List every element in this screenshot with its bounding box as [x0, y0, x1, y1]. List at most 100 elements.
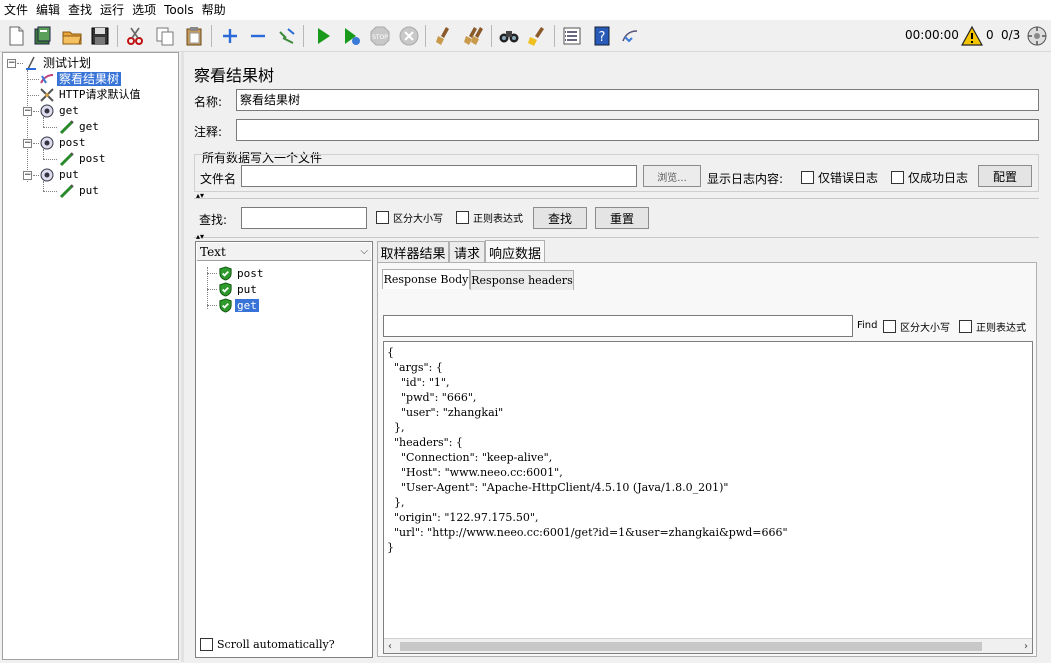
find-regex-label: 正则表达式: [976, 323, 1026, 334]
tree-node-view-results-tree[interactable]: 察看结果树: [39, 71, 122, 87]
tree-node-sampler-post[interactable]: post: [59, 151, 108, 167]
tree-node-thread-group-get[interactable]: get: [39, 103, 81, 119]
search-case-checkbox[interactable]: 区分大小写: [376, 210, 443, 225]
tree-node-label: 测试计划: [43, 56, 92, 70]
tab-response-data[interactable]: 响应数据: [485, 240, 545, 263]
thread-group-icon: [39, 103, 55, 119]
tab-sampler-result[interactable]: 取样器结果: [377, 241, 449, 263]
find-regex-checkbox[interactable]: 正则表达式: [959, 319, 1026, 334]
new-icon[interactable]: [4, 24, 28, 48]
response-body-area[interactable]: { "args": { "id": "1", "pwd": "666", "us…: [383, 341, 1033, 654]
result-item-get[interactable]: get: [217, 297, 259, 313]
comment-field[interactable]: [236, 119, 1039, 141]
help-icon[interactable]: ?: [590, 24, 614, 48]
menu-tools[interactable]: Tools: [160, 0, 198, 20]
checkbox-box[interactable]: [959, 320, 972, 333]
success-shield-icon: [217, 265, 233, 281]
sampler-icon: [59, 119, 75, 135]
expand-icon[interactable]: [218, 24, 242, 48]
copy-icon[interactable]: [153, 24, 177, 48]
warning-count: 0: [986, 28, 994, 42]
result-item-put[interactable]: put: [217, 281, 259, 297]
response-body-text[interactable]: { "args": { "id": "1", "pwd": "666", "us…: [387, 345, 788, 555]
jmeter-window: 文件 编辑 查找 运行 选项 Tools 帮助 STOP ? 00:00:00 …: [0, 0, 1051, 663]
menu-file[interactable]: 文件: [0, 0, 32, 20]
reset-button[interactable]: 重置: [595, 207, 649, 229]
tree-collapse-toggle[interactable]: −: [7, 59, 16, 68]
tree-collapse-toggle[interactable]: −: [23, 107, 32, 116]
subtab-response-headers[interactable]: Response headers: [470, 270, 574, 290]
errors-only-checkbox[interactable]: 仅错误日志: [801, 169, 878, 186]
checkbox-box[interactable]: [456, 211, 469, 224]
scroll-thumb[interactable]: [400, 642, 982, 651]
menu-help[interactable]: 帮助: [198, 0, 230, 20]
tree-node-thread-group-put[interactable]: put: [39, 167, 81, 183]
clear-all-icon[interactable]: [462, 24, 486, 48]
tree-node-label: HTTP请求默认值: [59, 88, 141, 101]
menu-options[interactable]: 选项: [128, 0, 160, 20]
name-field[interactable]: 察看结果树: [236, 89, 1039, 111]
chevron-down-icon[interactable]: ⌵: [360, 243, 368, 261]
find-input[interactable]: [383, 315, 853, 337]
menu-bar: 文件 编辑 查找 运行 选项 Tools 帮助: [0, 0, 1051, 20]
function-helper-icon[interactable]: [560, 24, 584, 48]
thread-group-icon: [39, 135, 55, 151]
checkbox-box[interactable]: [891, 171, 904, 184]
test-plan-tree: − 测试计划 察看结果树 HTTP请求默认值 − get get − post …: [2, 52, 179, 660]
search-button[interactable]: 查找: [533, 207, 587, 229]
checkbox-box[interactable]: [376, 211, 389, 224]
menu-search[interactable]: 查找: [64, 0, 96, 20]
search-icon[interactable]: [497, 24, 521, 48]
scroll-automatically-checkbox[interactable]: Scroll automatically?: [200, 638, 335, 651]
checkbox-box[interactable]: [200, 638, 213, 651]
result-item-label: post: [237, 266, 264, 280]
tree-node-thread-group-post[interactable]: post: [39, 135, 88, 151]
start-no-pause-icon[interactable]: [339, 24, 363, 48]
templates-icon[interactable]: [31, 24, 55, 48]
reset-search-icon[interactable]: [525, 24, 549, 48]
tree-node-label: get: [59, 104, 79, 117]
open-icon[interactable]: [60, 24, 84, 48]
tree-collapse-toggle[interactable]: −: [23, 139, 32, 148]
tree-node-sampler-get[interactable]: get: [59, 119, 101, 135]
tab-request[interactable]: 请求: [449, 241, 485, 263]
result-item-label: put: [237, 282, 257, 296]
renderer-select[interactable]: Text ⌵: [197, 243, 371, 261]
test-plan-icon: [23, 55, 39, 71]
search-input[interactable]: [241, 207, 367, 229]
checkbox-box[interactable]: [801, 171, 814, 184]
toggle-icon[interactable]: [275, 24, 299, 48]
save-icon[interactable]: [88, 24, 112, 48]
svg-text:STOP: STOP: [372, 34, 388, 41]
tree-node-http-defaults[interactable]: HTTP请求默认值: [39, 87, 143, 103]
find-case-checkbox[interactable]: 区分大小写: [883, 319, 950, 334]
start-icon[interactable]: [311, 24, 335, 48]
filename-label: 文件名: [200, 172, 237, 186]
scroll-left-icon[interactable]: ‹: [388, 639, 392, 653]
shutdown-icon[interactable]: [397, 24, 421, 48]
horizontal-scrollbar[interactable]: ‹ ›: [384, 638, 1032, 653]
stop-icon[interactable]: STOP: [368, 24, 392, 48]
menu-edit[interactable]: 编辑: [32, 0, 64, 20]
scroll-automatically-label: Scroll automatically?: [217, 638, 335, 651]
clear-icon[interactable]: [432, 24, 456, 48]
remote-icon[interactable]: [618, 24, 642, 48]
result-item-post[interactable]: post: [217, 265, 266, 281]
cut-icon[interactable]: [123, 24, 147, 48]
warning-icon[interactable]: [960, 24, 984, 48]
configure-button[interactable]: 配置: [978, 165, 1032, 187]
paste-icon[interactable]: [182, 24, 206, 48]
browse-button[interactable]: 浏览...: [643, 165, 701, 187]
subtab-response-body[interactable]: Response Body: [382, 269, 470, 289]
filename-field[interactable]: [241, 165, 637, 187]
scroll-right-icon[interactable]: ›: [1024, 639, 1028, 653]
tree-splitter[interactable]: [181, 52, 184, 662]
tree-node-test-plan[interactable]: 测试计划: [23, 55, 93, 71]
checkbox-box[interactable]: [883, 320, 896, 333]
menu-run[interactable]: 运行: [96, 0, 128, 20]
success-only-checkbox[interactable]: 仅成功日志: [891, 169, 968, 186]
tree-node-sampler-put[interactable]: put: [59, 183, 101, 199]
tree-collapse-toggle[interactable]: −: [23, 171, 32, 180]
collapse-icon[interactable]: [246, 24, 270, 48]
search-regex-checkbox[interactable]: 正则表达式: [456, 210, 523, 225]
